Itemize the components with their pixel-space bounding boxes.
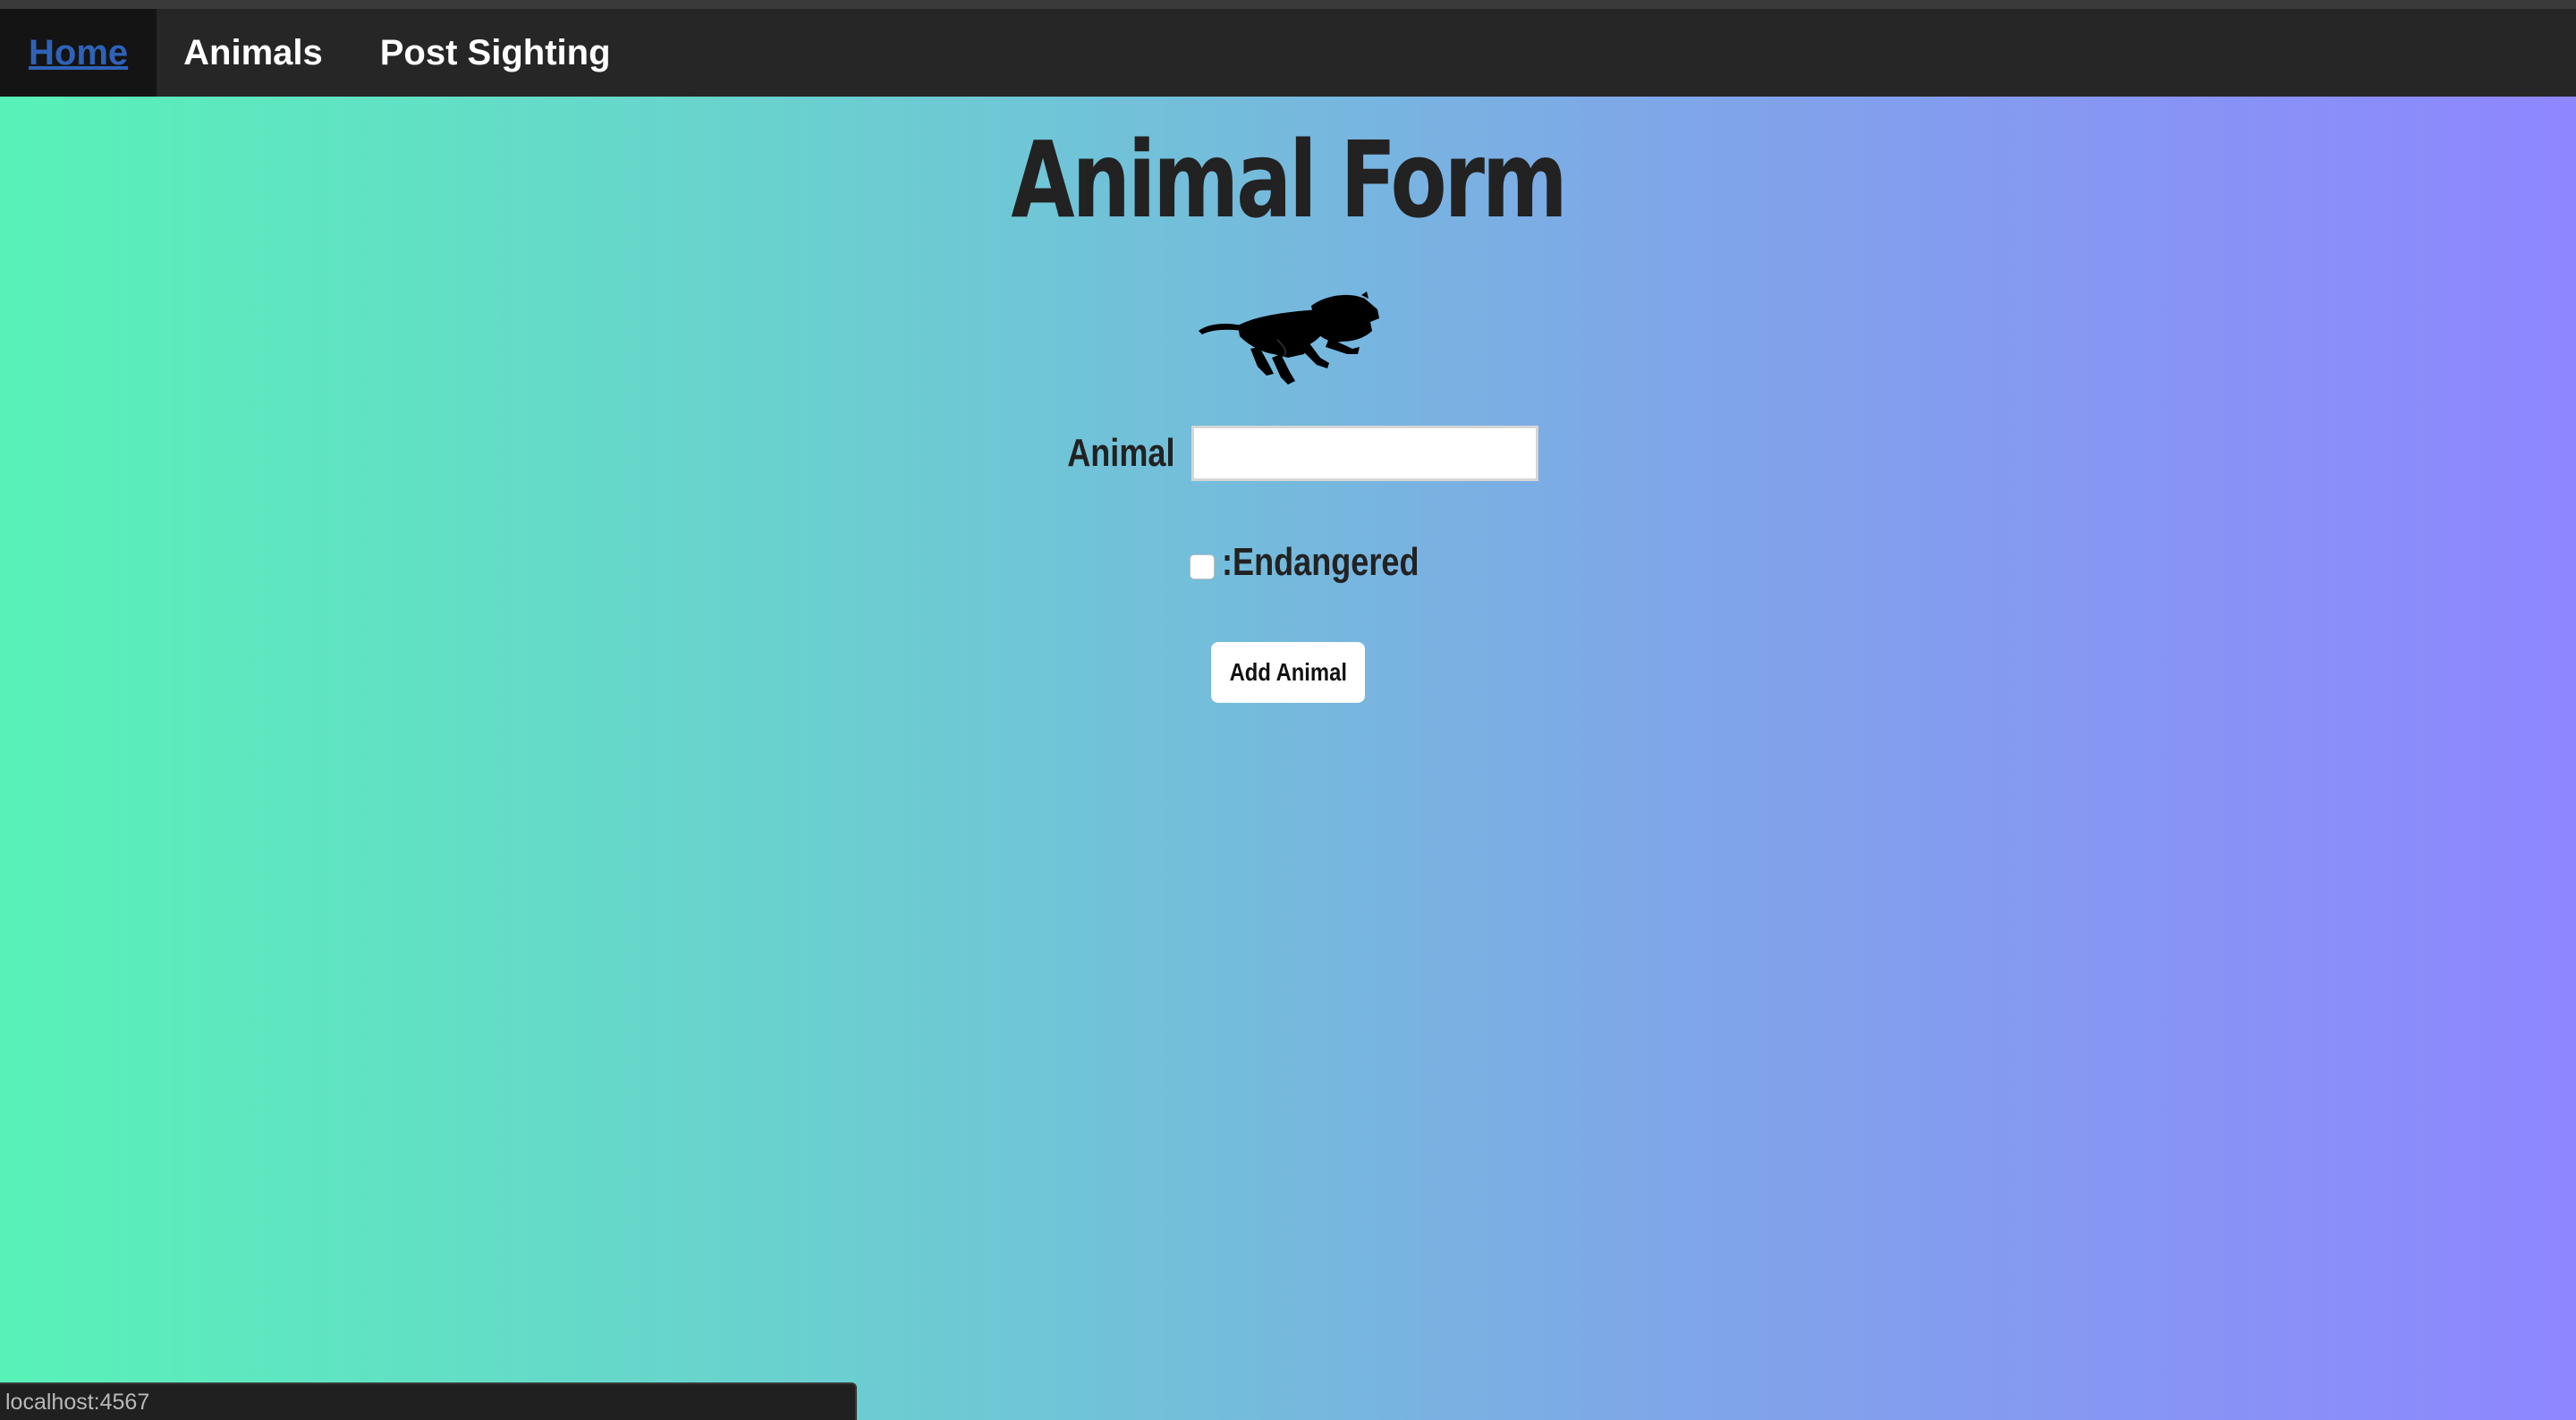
nav-link-post-sighting[interactable]: Post Sighting xyxy=(352,9,640,97)
animal-field-label: Animal xyxy=(1066,431,1175,475)
navbar: Home Animals Post Sighting xyxy=(0,9,2576,97)
browser-status-bar: localhost:4567 xyxy=(0,1382,857,1420)
add-animal-button[interactable]: Add Animal xyxy=(1211,642,1365,703)
browser-top-strip xyxy=(0,0,2576,9)
nav-link-animals[interactable]: Animals xyxy=(157,9,352,97)
page-title: Animal Form xyxy=(1011,118,1567,241)
endangered-checkbox[interactable] xyxy=(1190,554,1215,579)
running-lion-icon xyxy=(1199,292,1379,385)
endangered-label: :Endangered xyxy=(1222,540,1419,584)
animal-name-input[interactable] xyxy=(1191,426,1539,481)
animal-field-row: Animal xyxy=(0,426,2576,481)
endangered-row: :Endangered xyxy=(0,540,2576,585)
submit-row: Add Animal xyxy=(0,642,2576,703)
nav-link-home[interactable]: Home xyxy=(0,9,157,97)
status-url: localhost:4567 xyxy=(5,1389,150,1415)
add-animal-button-label: Add Animal xyxy=(1229,658,1347,686)
